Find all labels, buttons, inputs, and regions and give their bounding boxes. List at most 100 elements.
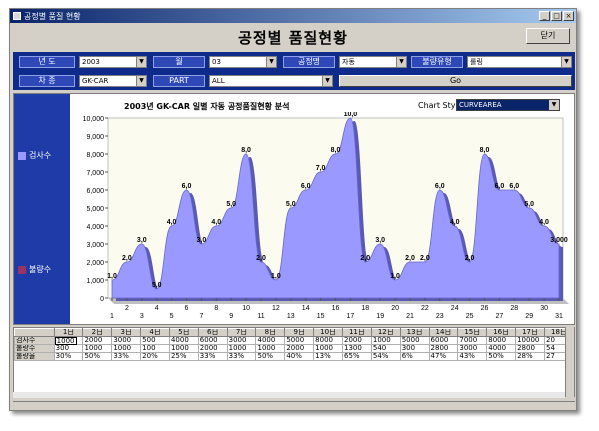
column-header[interactable]: 8日	[255, 328, 286, 337]
table-cell[interactable]: 2000	[342, 336, 372, 345]
table-cell[interactable]: 4000	[486, 344, 517, 353]
chart-style-select[interactable]: CURVEAREA ▼	[456, 99, 560, 111]
part-select[interactable]: ALL ▼	[209, 75, 333, 87]
year-value: 2003	[82, 58, 100, 66]
column-header[interactable]: 11日	[342, 328, 372, 337]
table-cell[interactable]: 50%	[82, 352, 113, 361]
row-header: 불량수	[14, 344, 55, 353]
column-header[interactable]: 9日	[284, 328, 315, 337]
y-tick-label: 8,000	[86, 152, 104, 159]
maximize-button[interactable]: □	[551, 11, 562, 21]
table-cell[interactable]: 30%	[53, 352, 84, 361]
x-tick-label: 17	[347, 313, 355, 320]
table-cell[interactable]: 40%	[284, 352, 315, 361]
table-cell[interactable]: 3000	[226, 336, 257, 345]
column-header[interactable]: 4日	[140, 328, 170, 337]
column-header[interactable]: 16日	[486, 328, 517, 337]
table-cell[interactable]: 4000	[255, 336, 286, 345]
close-window-button[interactable]: ×	[563, 11, 574, 21]
table-cell[interactable]: 5000	[399, 336, 430, 345]
column-header[interactable]: 13日	[399, 328, 430, 337]
table-cell[interactable]: 1000	[82, 344, 113, 353]
column-header[interactable]: 1日	[53, 328, 84, 337]
table-row: 검사수 1000 2000 3000 500 4000 6000 3000 4000 5000 80…	[14, 336, 574, 345]
column-header[interactable]: 17日	[515, 328, 545, 337]
filter-panel: 년 도 2003 ▼ 월 03 ▼ 공정명 자동 ▼ 불량유형 롤링 ▼ 차 종 GK-…	[13, 52, 575, 90]
year-select[interactable]: 2003 ▼	[79, 56, 147, 68]
table-cell[interactable]: 13%	[313, 352, 344, 361]
table-cell[interactable]: 50%	[486, 352, 517, 361]
table-cell[interactable]: 8000	[486, 336, 517, 345]
column-header[interactable]: 7日	[226, 328, 257, 337]
table-cell[interactable]: 43%	[457, 352, 488, 361]
table-cell[interactable]: 100	[140, 344, 170, 353]
table-cell[interactable]: 33%	[111, 352, 142, 361]
table-cell[interactable]: 300	[53, 344, 84, 353]
month-value: 03	[212, 58, 221, 66]
table-cell[interactable]: 33%	[226, 352, 257, 361]
table-cell[interactable]: 1000	[370, 336, 401, 345]
legend-defect[interactable]: 불량수	[18, 264, 51, 275]
table-cell[interactable]: 300	[399, 344, 430, 353]
legend-inspect[interactable]: 검사수	[18, 150, 51, 161]
close-button[interactable]: 닫기	[526, 28, 570, 44]
data-label: 2,0	[256, 255, 266, 262]
part-label: PART	[153, 75, 205, 87]
table-cell[interactable]: 1300	[342, 344, 372, 353]
defect-type-select[interactable]: 롤링 ▼	[467, 56, 572, 68]
table-cell[interactable]: 1000	[168, 344, 199, 353]
table-cell[interactable]: 28%	[515, 352, 545, 361]
table-cell[interactable]: 1000	[111, 344, 142, 353]
column-header[interactable]: 2日	[82, 328, 113, 337]
car-select[interactable]: GK-CAR ▼	[79, 75, 147, 87]
table-cell[interactable]: 1000	[54, 337, 77, 345]
minimize-button[interactable]: _	[539, 11, 550, 21]
vertical-scrollbar[interactable]	[565, 327, 574, 397]
column-header[interactable]: 5日	[168, 328, 199, 337]
table-cell[interactable]: 3000	[457, 344, 488, 353]
table-cell[interactable]: 7000	[457, 336, 488, 345]
table-cell[interactable]: 1000	[313, 344, 344, 353]
go-button[interactable]: Go	[339, 75, 572, 87]
table-cell[interactable]: 50%	[255, 352, 286, 361]
table-cell[interactable]: 10000	[515, 336, 545, 345]
legend-swatch	[18, 265, 26, 274]
table-cell[interactable]: 2800	[515, 344, 545, 353]
y-tick-label: 9,000	[86, 134, 104, 141]
horizontal-scrollbar[interactable]	[13, 392, 565, 398]
month-select[interactable]: 03 ▼	[209, 56, 277, 68]
table-cell[interactable]: 4000	[168, 336, 199, 345]
table-cell[interactable]: 6000	[428, 336, 459, 345]
table-cell[interactable]: 6000	[197, 336, 228, 345]
table-cell[interactable]: 8000	[313, 336, 344, 345]
table-cell[interactable]: 25%	[168, 352, 199, 361]
table-cell[interactable]: 2000	[284, 344, 315, 353]
table-cell[interactable]: 54%	[370, 352, 401, 361]
data-label: 7,0	[316, 165, 326, 172]
process-label: 공정명	[283, 56, 335, 68]
process-select[interactable]: 자동 ▼	[339, 56, 407, 68]
column-header[interactable]: 6日	[197, 328, 228, 337]
table-cell[interactable]: 1000	[226, 344, 257, 353]
table-cell[interactable]: 5000	[284, 336, 315, 345]
table-cell[interactable]: 20%	[140, 352, 170, 361]
column-header[interactable]: 12日	[370, 328, 401, 337]
column-header[interactable]: 3日	[111, 328, 142, 337]
table-cell[interactable]: 6%	[399, 352, 430, 361]
chevron-down-icon: ▼	[136, 76, 146, 86]
table-cell[interactable]: 2800	[428, 344, 459, 353]
table-cell[interactable]: 47%	[428, 352, 459, 361]
column-header[interactable]: 14日	[428, 328, 459, 337]
table-cell[interactable]: 500	[140, 336, 170, 345]
y-tick-label: 1,000	[86, 278, 104, 285]
table-cell[interactable]: 1000	[255, 344, 286, 353]
table-cell[interactable]: 2000	[197, 344, 228, 353]
table-cell[interactable]: 2000	[82, 336, 113, 345]
table-cell[interactable]: 3000	[111, 336, 142, 345]
table-cell[interactable]: 33%	[197, 352, 228, 361]
column-header[interactable]	[14, 328, 55, 337]
table-cell[interactable]: 65%	[342, 352, 372, 361]
column-header[interactable]: 15日	[457, 328, 488, 337]
table-cell[interactable]: 540	[370, 344, 401, 353]
column-header[interactable]: 10日	[313, 328, 344, 337]
